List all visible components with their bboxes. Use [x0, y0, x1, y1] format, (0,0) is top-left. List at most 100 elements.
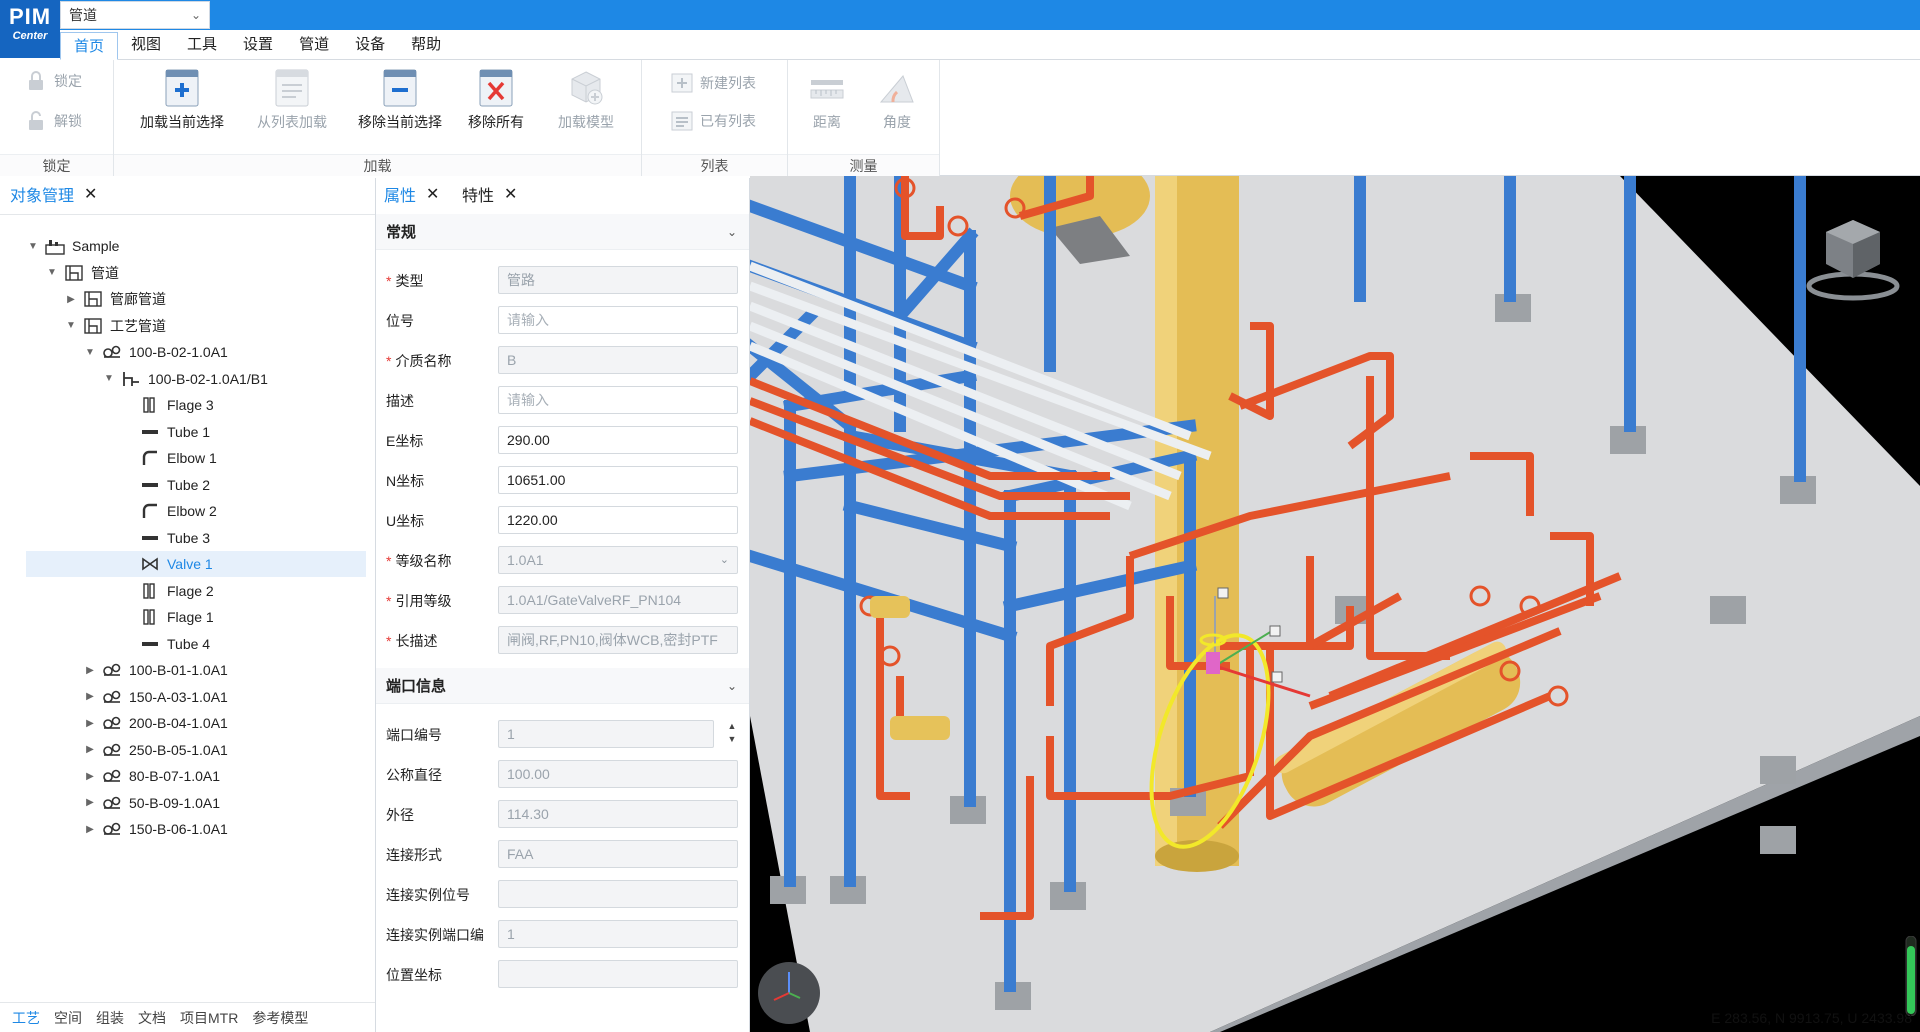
tree-node[interactable]: Tube 1: [26, 419, 210, 445]
3d-scene[interactable]: [750, 176, 1920, 1032]
tree-node[interactable]: ▼ 工艺管道: [26, 313, 166, 339]
bottom-tab-space[interactable]: 空间: [54, 1008, 82, 1028]
caret-right-icon[interactable]: ▶: [83, 665, 97, 676]
tree-node[interactable]: ▶ 80-B-07-1.0A1: [26, 763, 220, 789]
angle-button[interactable]: 角度: [864, 68, 930, 132]
tree-node[interactable]: Tube 3: [26, 525, 210, 551]
caret-down-icon[interactable]: ▼: [102, 373, 116, 384]
property-input[interactable]: 114.30: [498, 800, 738, 828]
tree-node[interactable]: ▼ 100-B-02-1.0A1/B1: [26, 366, 268, 392]
view-cube[interactable]: [1798, 200, 1908, 310]
zoom-gauge[interactable]: [1904, 936, 1918, 1016]
unlock-button[interactable]: 解锁: [24, 108, 82, 134]
tree-node[interactable]: Flage 2: [26, 578, 214, 604]
gizmo-handle-top[interactable]: [1217, 587, 1229, 599]
close-icon[interactable]: ✕: [504, 184, 517, 204]
gizmo-handle-bottom[interactable]: [1271, 671, 1283, 683]
property-label-text: N坐标: [386, 473, 425, 489]
caret-down-icon[interactable]: ▼: [83, 347, 97, 358]
tree-node[interactable]: Flage 1: [26, 604, 214, 630]
property-input[interactable]: 请输入: [498, 306, 738, 334]
section-port-header[interactable]: 端口信息 ⌄: [376, 668, 749, 704]
bottom-tab-assembly[interactable]: 组装: [96, 1008, 124, 1028]
remove-current-selection-button[interactable]: 移除当前选择: [358, 68, 442, 132]
lock-button[interactable]: 锁定: [24, 68, 82, 94]
property-input[interactable]: [498, 880, 738, 908]
tree-node[interactable]: Tube 2: [26, 472, 210, 498]
caret-down-icon[interactable]: ▼: [26, 241, 40, 252]
bottom-tab-documents[interactable]: 文档: [138, 1008, 166, 1028]
tree-node[interactable]: ▼ 管道: [26, 260, 119, 286]
caret-right-icon[interactable]: ▶: [83, 744, 97, 755]
menu-tab-tools[interactable]: 工具: [174, 31, 230, 59]
tree-node[interactable]: Tube 4: [26, 631, 210, 657]
load-from-list-button[interactable]: 从列表加载: [250, 68, 334, 132]
tree-node[interactable]: Flage 3: [26, 392, 214, 418]
tree-node[interactable]: ▼ 100-B-02-1.0A1: [26, 339, 228, 365]
bottom-tab-process[interactable]: 工艺: [12, 1008, 40, 1028]
caret-right-icon[interactable]: ▶: [64, 294, 78, 305]
property-input[interactable]: FAA: [498, 840, 738, 868]
chevron-down-icon: ⌄: [726, 678, 737, 693]
distance-button[interactable]: 距离: [794, 68, 860, 132]
property-input[interactable]: 请输入: [498, 386, 738, 414]
caret-down-icon[interactable]: ▼: [45, 267, 59, 278]
gizmo-handle-right[interactable]: [1269, 625, 1281, 637]
close-icon[interactable]: ✕: [426, 184, 439, 204]
caret-right-icon[interactable]: ▶: [83, 824, 97, 835]
menu-tab-settings[interactable]: 设置: [230, 31, 286, 59]
caret-right-icon[interactable]: ▶: [83, 797, 97, 808]
property-input[interactable]: 管路: [498, 266, 738, 294]
menu-tab-view[interactable]: 视图: [118, 31, 174, 59]
existing-list-button[interactable]: 已有列表: [670, 108, 756, 134]
bottom-tab-reference-model[interactable]: 参考模型: [252, 1008, 308, 1028]
menu-tab-home[interactable]: 首页: [60, 32, 119, 60]
menu-tab-equipment[interactable]: 设备: [342, 31, 398, 59]
close-icon[interactable]: ✕: [84, 184, 97, 204]
caret-right-icon[interactable]: ▶: [83, 771, 97, 782]
3d-viewport[interactable]: E 283.56, N 9913.75, U 2433.98: [750, 176, 1920, 1032]
tab-properties[interactable]: 属性 ✕: [384, 182, 439, 206]
new-list-button[interactable]: 新建列表: [670, 70, 756, 96]
module-select[interactable]: 管道 ⌄: [60, 1, 210, 29]
tree-node[interactable]: ▶ 50-B-09-1.0A1: [26, 790, 220, 816]
tree-node[interactable]: Elbow 2: [26, 498, 217, 524]
property-input[interactable]: [498, 960, 738, 988]
property-input[interactable]: 闸阀,RF,PN10,阀体WCB,密封PTF: [498, 626, 738, 654]
tree-node[interactable]: ▶ 150-A-03-1.0A1: [26, 684, 228, 710]
load-current-selection-button[interactable]: 加载当前选择: [140, 68, 224, 132]
load-model-button[interactable]: 加载模型: [544, 68, 628, 132]
property-input[interactable]: 1.0A1 ⌄: [498, 546, 738, 574]
tab-object-manager[interactable]: 对象管理 ✕: [10, 182, 97, 206]
remove-all-button[interactable]: 移除所有: [454, 68, 538, 132]
spinner-arrows-icon[interactable]: ▲ ▼: [726, 720, 738, 748]
tree-node[interactable]: ▶ 管廊管道: [26, 286, 166, 312]
property-input[interactable]: 1220.00: [498, 506, 738, 534]
caret-right-icon[interactable]: ▶: [83, 718, 97, 729]
tree-node[interactable]: Valve 1: [26, 551, 366, 577]
property-input[interactable]: 1: [498, 720, 714, 748]
tree-node[interactable]: ▶ 200-B-04-1.0A1: [26, 710, 228, 736]
chevron-down-icon[interactable]: ⌄: [720, 547, 729, 573]
menu-tab-help[interactable]: 帮助: [398, 31, 454, 59]
selected-valve[interactable]: [1206, 652, 1220, 674]
property-input[interactable]: 1.0A1/GateValveRF_PN104: [498, 586, 738, 614]
tree-node[interactable]: ▶ 100-B-01-1.0A1: [26, 657, 228, 683]
section-general-header[interactable]: 常规 ⌄: [376, 214, 749, 250]
property-value: 请输入: [507, 312, 549, 328]
property-input[interactable]: 290.00: [498, 426, 738, 454]
tree-node[interactable]: Elbow 1: [26, 445, 217, 471]
property-input[interactable]: 100.00: [498, 760, 738, 788]
caret-down-icon[interactable]: ▼: [64, 320, 78, 331]
property-input[interactable]: 10651.00: [498, 466, 738, 494]
tree-node[interactable]: ▶ 250-B-05-1.0A1: [26, 737, 228, 763]
tree-node[interactable]: ▼ Sample: [26, 233, 119, 259]
property-input[interactable]: B: [498, 346, 738, 374]
bottom-tab-project-mtr[interactable]: 项目MTR: [180, 1008, 238, 1028]
menu-tab-piping[interactable]: 管道: [286, 31, 342, 59]
tree-node[interactable]: ▶ 150-B-06-1.0A1: [26, 816, 228, 842]
tab-characteristics[interactable]: 特性 ✕: [462, 182, 517, 206]
caret-right-icon[interactable]: ▶: [83, 691, 97, 702]
property-input[interactable]: 1: [498, 920, 738, 948]
flange-icon: [139, 396, 161, 414]
